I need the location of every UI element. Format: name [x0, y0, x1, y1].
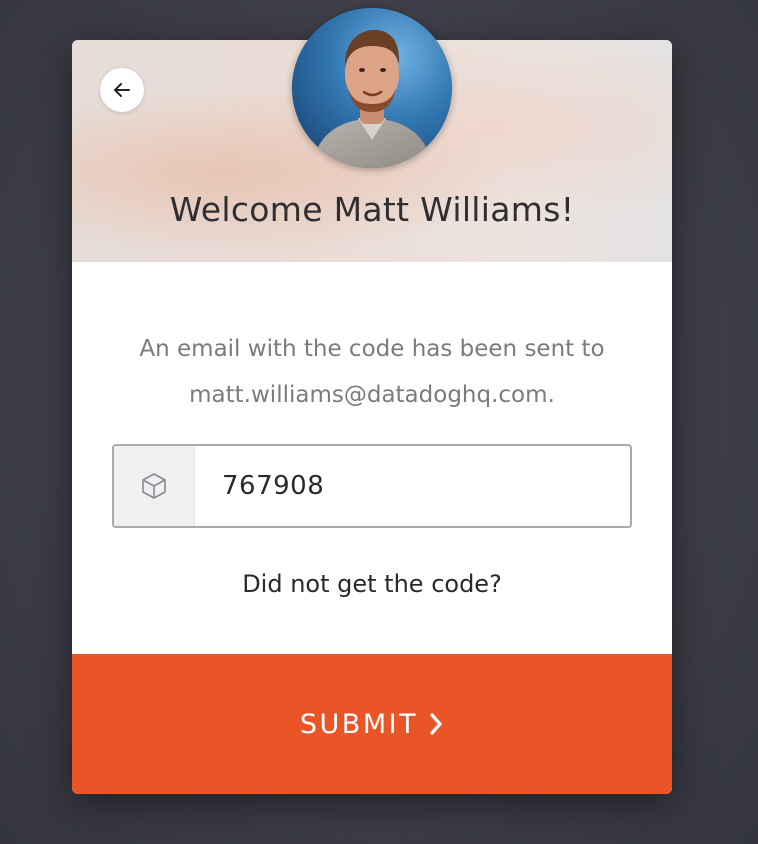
code-icon-cell — [114, 446, 195, 526]
recipient-email: matt.williams@datadoghq.com. — [189, 382, 555, 408]
code-sent-message: An email with the code has been sent to … — [112, 326, 632, 418]
chevron-right-icon — [428, 712, 444, 736]
back-button[interactable] — [100, 68, 144, 112]
cube-icon — [142, 473, 166, 499]
welcome-title: Welcome Matt Williams! — [169, 190, 575, 229]
code-input[interactable] — [195, 446, 630, 526]
verification-code-field[interactable] — [112, 444, 632, 528]
avatar — [292, 8, 452, 168]
code-sent-line: An email with the code has been sent to — [139, 336, 605, 362]
submit-button[interactable]: SUBMIT — [72, 654, 672, 794]
login-card: Welcome Matt Williams! An email with the… — [72, 8, 672, 794]
arrow-left-icon — [114, 83, 130, 97]
avatar-photo — [292, 8, 452, 168]
submit-label: SUBMIT — [299, 708, 419, 740]
resend-code-link[interactable]: Did not get the code? — [72, 570, 672, 598]
